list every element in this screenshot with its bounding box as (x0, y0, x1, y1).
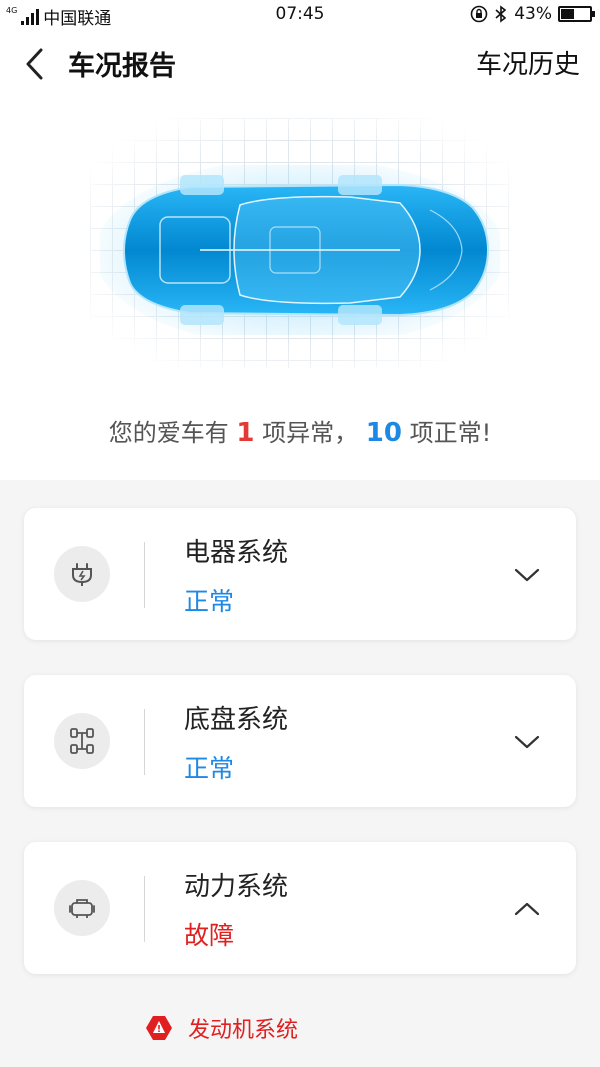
history-button[interactable]: 车况历史 (476, 44, 580, 81)
status-bar: 4G 中国联通 07:45 43% (0, 0, 600, 30)
car-image (95, 158, 505, 348)
card-divider (144, 542, 145, 608)
health-summary: 您的爱车有 1 项异常， 10 项正常! (0, 413, 600, 448)
fault-item-label: 发动机系统 (188, 1018, 299, 1043)
fault-item-engine[interactable]: 发动机系统 (144, 1012, 298, 1044)
bluetooth-icon (495, 5, 507, 23)
abnormal-count: 1 (236, 418, 255, 448)
engine-icon (54, 880, 110, 936)
battery-percent: 43% (514, 4, 552, 24)
chevron-up-icon[interactable] (512, 894, 542, 924)
back-button[interactable] (14, 42, 54, 86)
battery-fill (561, 9, 574, 19)
system-name: 动力系统 (184, 872, 289, 902)
electric-plug-icon (54, 546, 110, 602)
system-card-chassis[interactable]: 底盘系统 正常 (24, 675, 576, 807)
summary-middle: 项异常， (262, 419, 359, 447)
normal-count: 10 (365, 418, 402, 448)
system-status: 正常 (184, 754, 235, 783)
summary-suffix: 项正常! (409, 419, 492, 447)
system-card-electrical[interactable]: 电器系统 正常 (24, 508, 576, 640)
card-divider (144, 709, 145, 775)
chevron-left-icon (26, 48, 43, 80)
car-illustration (95, 158, 505, 348)
chevron-down-icon[interactable] (512, 560, 542, 590)
car-overview: 您的爱车有 1 项异常， 10 项正常! (0, 100, 600, 480)
system-name: 底盘系统 (184, 705, 289, 735)
warning-icon (146, 1016, 172, 1040)
system-card-powertrain[interactable]: 动力系统 故障 (24, 842, 576, 974)
system-name: 电器系统 (184, 538, 289, 568)
summary-prefix: 您的爱车有 (108, 419, 229, 447)
card-divider (144, 876, 145, 942)
status-right: 43% (470, 4, 595, 24)
battery-icon (558, 6, 595, 22)
system-status: 故障 (184, 921, 235, 950)
system-status: 正常 (184, 587, 235, 616)
app-header: 车况报告 车况历史 (0, 30, 600, 100)
chevron-down-icon[interactable] (512, 727, 542, 757)
rotation-lock-icon (470, 5, 488, 23)
page-title: 车况报告 (68, 51, 176, 82)
chassis-icon (54, 713, 110, 769)
